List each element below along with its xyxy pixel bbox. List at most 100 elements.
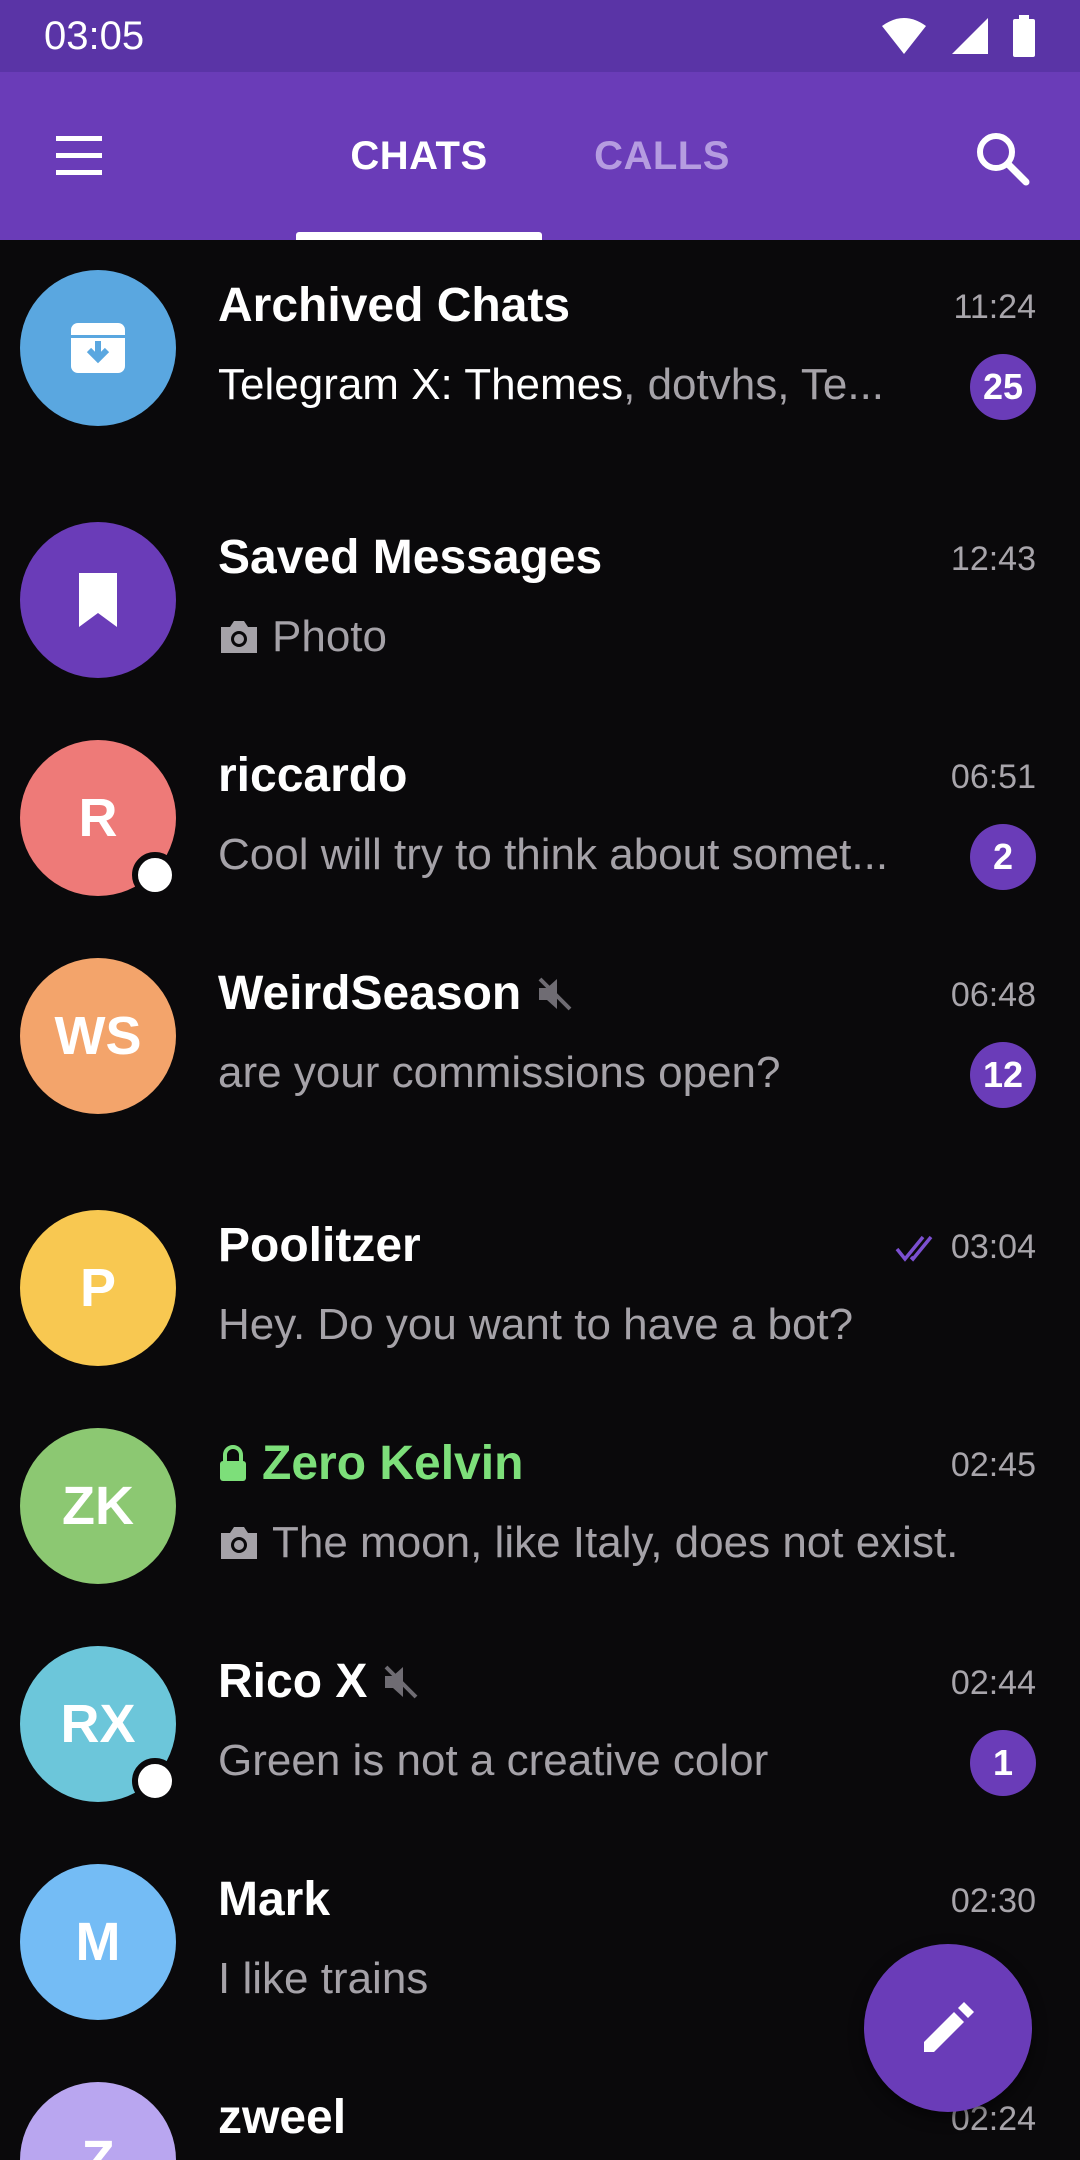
chat-time-text: 02:44	[950, 1664, 1036, 1702]
search-icon	[977, 133, 1030, 186]
chat-time-text: 11:24	[953, 288, 1036, 326]
chat-preview: I like trains	[218, 1954, 428, 2004]
chat-time-text: 06:48	[950, 976, 1036, 1014]
chat-name: Mark	[218, 1872, 330, 1927]
avatar-initials: WS	[54, 1006, 142, 1066]
wifi-icon	[882, 18, 926, 54]
lock-icon	[220, 1444, 246, 1481]
preview-text: I like trains	[218, 1954, 429, 2003]
chat-preview: Green is not a creative color	[218, 1736, 768, 1786]
chat-time: 06:51	[951, 758, 1036, 797]
chat-name-text: Rico X	[218, 1655, 368, 1708]
chat-name: Archived Chats	[218, 278, 570, 333]
muted-icon	[384, 1665, 418, 1698]
avatar	[20, 270, 176, 426]
preview-text: The moon, like Italy, does not exist.	[272, 1518, 959, 1567]
chat-time: 02:45	[951, 1446, 1036, 1485]
avatar: M	[20, 1864, 176, 2020]
avatar: WS	[20, 958, 176, 1114]
unread-badge: 12	[970, 1042, 1036, 1108]
online-indicator	[132, 852, 178, 898]
chat-time-text: 03:04	[950, 1228, 1036, 1266]
avatar-initials: RX	[60, 1694, 136, 1754]
menu-button[interactable]	[44, 124, 114, 188]
chat-name: Poolitzer	[218, 1218, 421, 1273]
preview-text: Hey. Do you want to have a bot?	[218, 1300, 854, 1349]
preview-text: , dotvhs, Te...	[623, 360, 885, 409]
avatar-initials: P	[79, 1258, 117, 1318]
chat-name-text: WeirdSeason	[218, 967, 522, 1020]
avatar: P	[20, 1210, 176, 1366]
avatar	[20, 522, 176, 678]
chat-time: 02:30	[951, 1882, 1036, 1921]
chat-name-text: Archived Chats	[218, 279, 571, 332]
chat-preview: Cool will try to think about somet...	[218, 830, 888, 880]
chat-name-text: Zero Kelvin	[262, 1437, 524, 1490]
status-icons	[880, 15, 1036, 57]
preview-text: Green is not a creative color	[218, 1736, 769, 1785]
chat-preview: Hey. Do you want to have a bot?	[218, 1300, 853, 1350]
chat-time: 03:04	[895, 1228, 1036, 1267]
chat-name: Zero Kelvin	[218, 1436, 523, 1491]
unread-badge: 1	[970, 1730, 1036, 1796]
chat-name-text: Mark	[218, 1873, 331, 1926]
archive-icon	[71, 323, 125, 373]
preview-text: Cool will try to think about somet...	[218, 830, 889, 879]
chat-item-riccardo[interactable]: R riccardo 06:51 Cool will try to think …	[0, 710, 1080, 910]
chat-preview: Telegram X: Themes, dotvhs, Te...	[218, 360, 884, 410]
cellular-signal-icon	[952, 18, 988, 54]
tab-calls-label: CALLS	[594, 133, 730, 178]
unread-badge: 2	[970, 824, 1036, 890]
chat-name-text: Poolitzer	[218, 1219, 421, 1272]
online-indicator	[132, 1758, 178, 1804]
chat-item-archived-chats[interactable]: Archived Chats 11:24 Telegram X: Themes,…	[0, 240, 1080, 440]
tab-chats[interactable]: CHATS	[296, 72, 542, 240]
preview-text: are your commissions open?	[218, 1048, 781, 1097]
hamburger-menu-icon	[56, 136, 102, 175]
preview-text: Photo	[272, 612, 387, 661]
chat-time: 12:43	[951, 540, 1036, 579]
preview-highlight: Telegram X: Themes	[218, 360, 624, 409]
bookmark-icon	[79, 573, 117, 627]
chat-time-text: 02:30	[950, 1882, 1036, 1920]
chat-name: Saved Messages	[218, 530, 602, 585]
chat-name-text: riccardo	[218, 749, 408, 802]
chat-name: zweel	[218, 2090, 346, 2145]
camera-icon	[221, 1527, 257, 1559]
chat-time-text: 06:51	[950, 758, 1036, 796]
search-button[interactable]	[968, 124, 1038, 194]
chat-item-poolitzer[interactable]: P Poolitzer 03:04 Hey. Do you want to ha…	[0, 1180, 1080, 1380]
status-time: 03:05	[44, 13, 145, 58]
chat-time-text: 02:45	[950, 1446, 1036, 1484]
avatar: ZK	[20, 1428, 176, 1584]
active-tab-indicator	[296, 232, 542, 240]
avatar-initials: ZK	[62, 1476, 134, 1536]
status-bar: 03:05	[0, 0, 1080, 72]
chat-time: 02:44	[951, 1664, 1036, 1703]
battery-icon	[1013, 15, 1035, 57]
chat-name: riccardo	[218, 748, 407, 803]
tab-chats-label: CHATS	[350, 133, 488, 178]
pencil-icon	[924, 2002, 974, 2052]
unread-badge: 25	[970, 354, 1036, 420]
chat-time: 06:48	[951, 976, 1036, 1015]
chat-item-saved-messages[interactable]: Saved Messages 12:43 Photo	[0, 492, 1080, 692]
chat-item-zero-kelvin[interactable]: ZK Zero Kelvin 02:45 The moon, like Ital…	[0, 1398, 1080, 1598]
chat-name-text: Saved Messages	[218, 531, 603, 584]
avatar-initials: Z	[81, 2130, 115, 2160]
chat-name: Rico X	[218, 1654, 421, 1709]
avatar-initials: R	[78, 788, 118, 848]
chat-time-text: 12:43	[950, 540, 1036, 578]
chat-preview: are your commissions open?	[218, 1048, 780, 1098]
chat-preview: The moon, like Italy, does not exist.	[218, 1518, 958, 1568]
chat-name-text: zweel	[218, 2091, 347, 2144]
chat-item-weirdseason[interactable]: WS WeirdSeason 06:48 are your commission…	[0, 928, 1080, 1128]
compose-button[interactable]	[864, 1944, 1032, 2112]
avatar-initials: M	[75, 1912, 121, 1972]
camera-icon	[221, 621, 257, 653]
chat-item-rico-x[interactable]: RX Rico X 02:44 Green is not a creative …	[0, 1616, 1080, 1816]
tab-calls[interactable]: CALLS	[542, 72, 782, 240]
chat-time: 11:24	[953, 288, 1036, 327]
app-bar: CHATS CALLS	[0, 72, 1080, 240]
muted-icon	[538, 977, 572, 1010]
